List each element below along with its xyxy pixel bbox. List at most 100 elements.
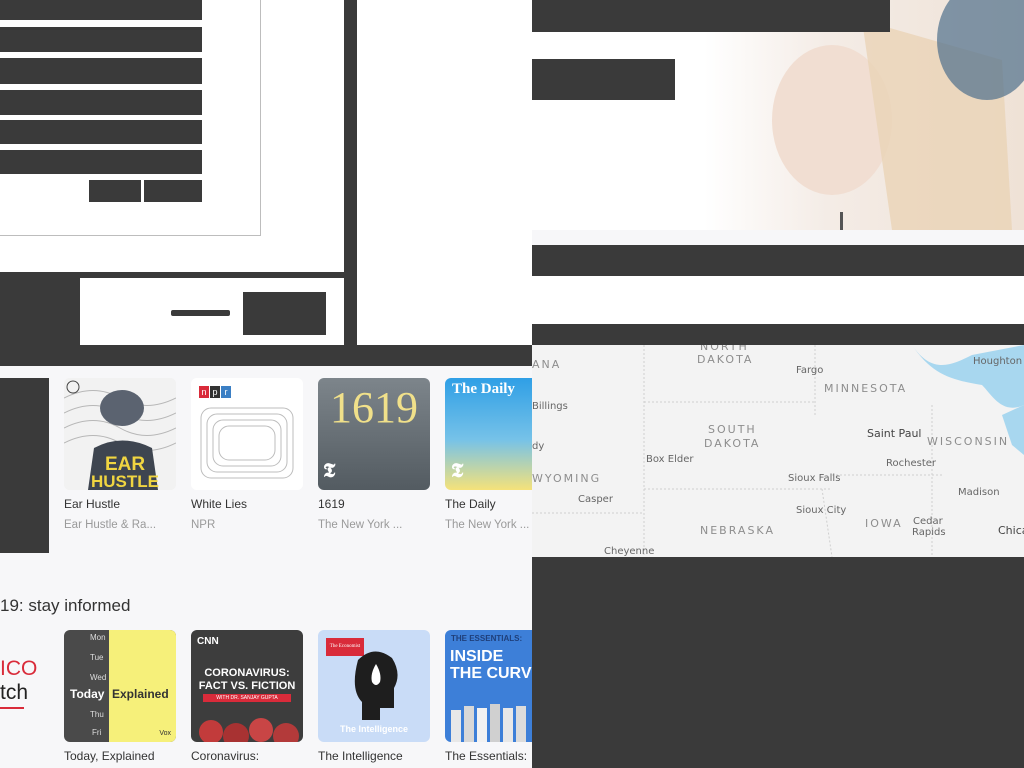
cover-line: THE ESSENTIALS:	[451, 634, 523, 643]
map-city-cheyenne: Cheyenne	[604, 546, 655, 557]
day-label: Thu	[90, 710, 104, 719]
intelligence-cover-text: The Intelligence	[339, 724, 408, 734]
map-label-south: SOUTH	[708, 423, 757, 436]
hero-title-bar	[532, 0, 890, 32]
form-small-button-2[interactable]	[144, 180, 202, 202]
explained-word: Explained	[112, 687, 169, 701]
podcast-cover-the-intelligence[interactable]: The Economist The Intelligence	[318, 630, 430, 742]
form-row-1[interactable]	[0, 0, 202, 20]
cover-line: THE CURV	[450, 665, 532, 682]
middle-white-panel	[357, 0, 532, 345]
footer-button[interactable]	[243, 292, 326, 335]
cnn-logo: CNN	[197, 636, 219, 647]
hero-button[interactable]	[532, 59, 675, 100]
map-city-rapids: Rapids	[912, 527, 946, 538]
footer-left-block	[0, 278, 80, 345]
podcast-cover-today-explained[interactable]: Mon Tue Wed Thu Fri Today Explained Vox	[64, 630, 176, 742]
cover-line: INSIDE	[450, 648, 504, 665]
podcast-cover-coronavirus[interactable]: CNN CORONAVIRUS: FACT VS. FICTION WITH D…	[191, 630, 303, 742]
form-row-4[interactable]	[0, 90, 202, 115]
bottom-band	[0, 345, 532, 366]
map-label-iowa: IOWA	[865, 517, 903, 530]
map-city-sioux-city: Sioux City	[796, 505, 847, 516]
cover-line: WITH DR. SANJAY GUPTA	[203, 694, 291, 702]
svg-text:r: r	[225, 387, 228, 397]
day-label: Tue	[90, 653, 104, 662]
essentials-workers-illustration	[451, 704, 526, 742]
hero-image	[532, 0, 1024, 230]
hero-photo-illustration	[772, 0, 1024, 230]
row1-left-block	[0, 378, 49, 553]
map-city-billings: Billings	[532, 401, 568, 412]
podcast-publisher: Ear Hustle & Ra...	[64, 519, 157, 531]
cover-line: CORONAVIRUS:	[204, 667, 290, 679]
map-label-north: NORTH	[700, 345, 749, 353]
map-label-north-dakota: DAKOTA	[697, 353, 754, 366]
form-row-5[interactable]	[0, 120, 202, 144]
podcast-title[interactable]: Today, Explained	[64, 749, 155, 763]
podcast-cover-1619[interactable]: 1619 𝕿	[318, 378, 430, 490]
podcast-title[interactable]: The Daily	[445, 497, 532, 511]
map-city-cedar: Cedar	[913, 516, 943, 527]
podcast-publisher: The New York ...	[445, 519, 530, 531]
map-label-minnesota: MINNESOTA	[824, 382, 908, 395]
1619-cover-text: 1619	[330, 383, 418, 432]
podcast-cover-the-daily[interactable]: The Daily 𝕿	[445, 378, 532, 490]
svg-text:n: n	[201, 387, 206, 397]
partial-logo-underline	[0, 707, 24, 709]
day-label: Wed	[90, 673, 107, 682]
podcast-publisher: NPR	[191, 519, 216, 531]
podcast-cover-ear-hustle[interactable]: EAR HUSTLE	[64, 378, 176, 490]
partial-logo-top: ICO	[0, 657, 38, 680]
nyt-logo-icon: 𝕿	[451, 458, 464, 482]
hero-bottom-bar	[532, 245, 1024, 276]
map-label-south-dakota: DAKOTA	[704, 437, 761, 450]
podcast-title[interactable]: 1619	[318, 497, 345, 511]
map-city-sioux-falls: Sioux Falls	[788, 473, 841, 484]
map-city-chicago-partial: Chica	[998, 524, 1024, 537]
section-title[interactable]: 19: stay informed	[0, 596, 130, 616]
podcast-title[interactable]: Coronavirus:	[191, 749, 259, 763]
map-city-houghton: Houghton	[973, 356, 1023, 367]
map-city-casper: Casper	[578, 494, 613, 505]
map-label-montana-partial: ANA	[532, 358, 562, 371]
day-label: Fri	[92, 728, 102, 737]
slider-handle[interactable]	[171, 310, 230, 316]
podcast-title[interactable]: The Essentials:	[445, 749, 532, 763]
form-row-3[interactable]	[0, 58, 202, 84]
map-lines	[532, 345, 1024, 557]
map-header-bar	[532, 324, 1024, 345]
vox-logo: Vox	[159, 730, 171, 737]
map-label-wisconsin: WISCONSIN	[927, 435, 1010, 448]
podcast-cover-white-lies[interactable]: n p r	[191, 378, 303, 490]
map-city-partial: dy	[532, 441, 545, 452]
map-city-madison: Madison	[958, 487, 1000, 498]
map-city-fargo: Fargo	[796, 365, 824, 376]
nyt-logo-icon: 𝕿	[323, 458, 336, 482]
map-city-rochester: Rochester	[886, 458, 936, 469]
podcast-title[interactable]: The Intelligence	[318, 749, 403, 763]
the-daily-cover-text: The Daily	[452, 381, 515, 397]
virus-illustration	[199, 718, 299, 742]
map-label-wyoming: WYOMING	[532, 472, 602, 485]
form-row-2[interactable]	[0, 27, 202, 52]
form-small-button-1[interactable]	[89, 180, 141, 202]
svg-text:HUSTLE: HUSTLE	[91, 472, 159, 490]
map-city-saint-paul: Saint Paul	[867, 427, 922, 440]
podcast-cover-the-essentials[interactable]: THE ESSENTIALS: INSIDE THE CURV	[445, 630, 532, 742]
partial-logo-bottom: tch	[0, 681, 29, 704]
today-word: Today	[70, 687, 105, 701]
vertical-divider	[344, 0, 357, 345]
podcast-title[interactable]: Ear Hustle	[64, 497, 120, 511]
map-city-box-elder: Box Elder	[646, 454, 694, 465]
map-label-nebraska: NEBRASKA	[700, 524, 775, 537]
cover-line: FACT VS. FICTION	[198, 680, 296, 692]
map[interactable]: NORTH DAKOTA MINNESOTA SOUTH DAKOTA WISC…	[532, 345, 1024, 557]
white-lies-artwork: n p r	[191, 378, 303, 490]
form-row-6[interactable]	[0, 150, 202, 174]
day-label: Mon	[90, 633, 106, 642]
podcast-title[interactable]: White Lies	[191, 497, 247, 511]
bottom-right-panel	[532, 557, 1024, 768]
svg-text:p: p	[212, 387, 217, 397]
hero-gap	[532, 276, 1024, 324]
